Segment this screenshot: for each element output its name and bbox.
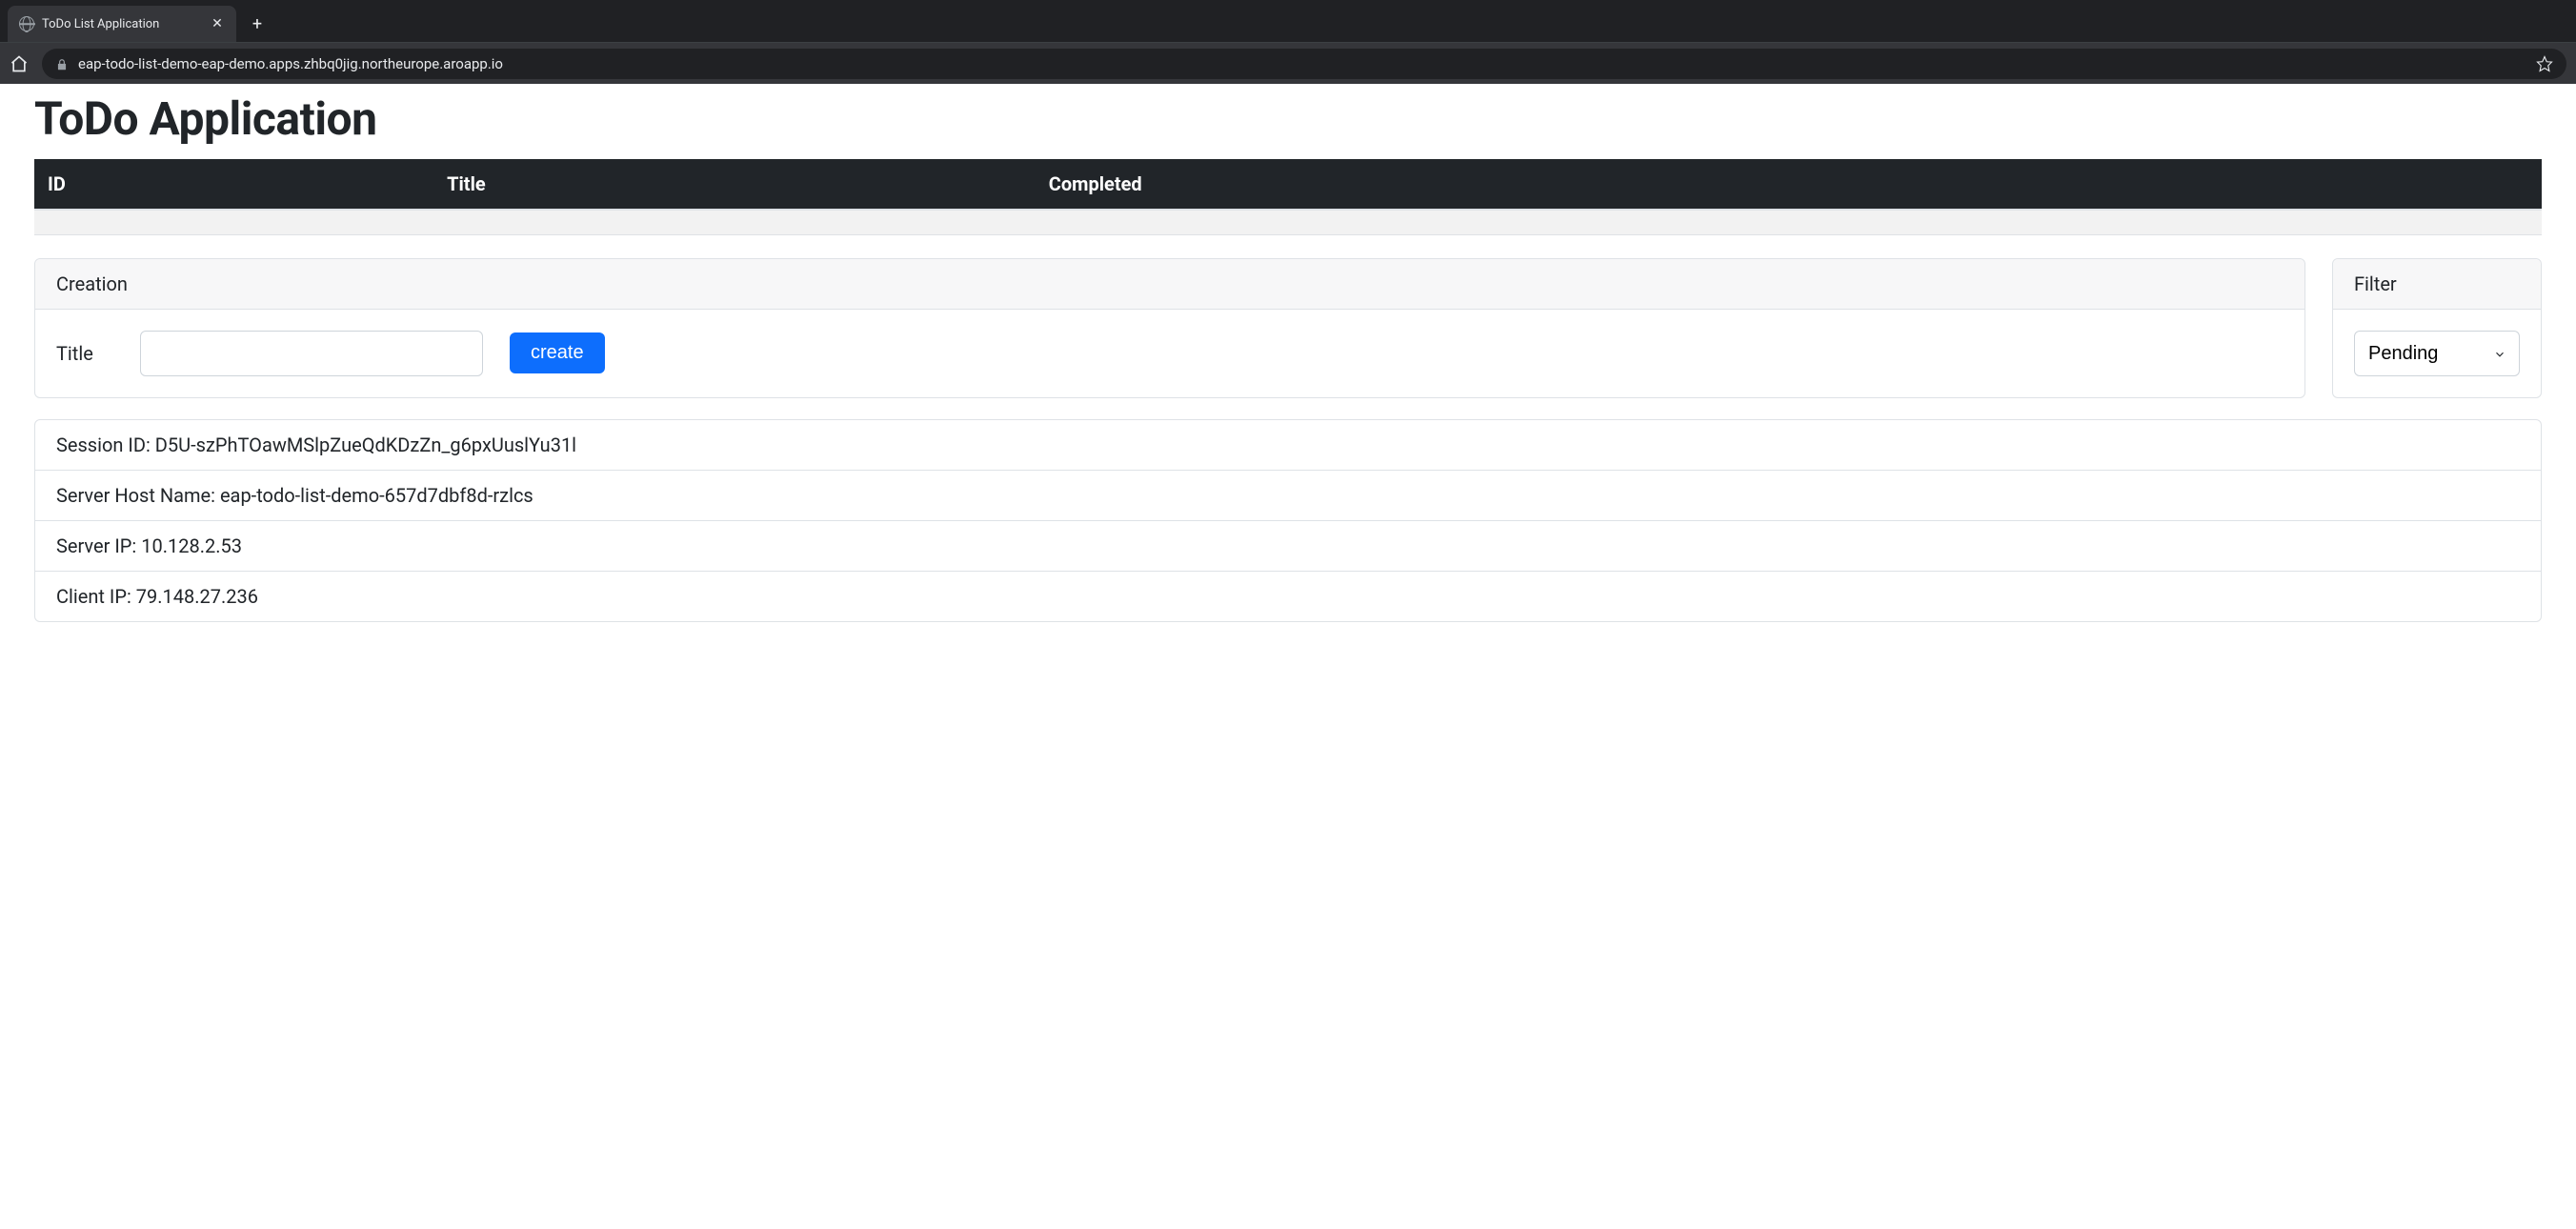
session-id-value: D5U-szPhTOawMSlpZueQdKDzZn_g6pxUuslYu31l (155, 433, 576, 456)
page-content: ToDo Application ID Title Completed Crea… (0, 91, 2576, 656)
server-host-row: Server Host Name: eap-todo-list-demo-657… (35, 471, 2541, 521)
bookmark-star-icon[interactable] (2536, 55, 2553, 72)
server-info-list: Session ID: D5U-szPhTOawMSlpZueQdKDzZn_g… (34, 419, 2542, 622)
client-ip-row: Client IP: 79.148.27.236 (35, 572, 2541, 621)
table-header-row: ID Title Completed (34, 159, 2542, 210)
creation-form: Title create (56, 331, 2284, 376)
server-host-value: eap-todo-list-demo-657d7dbf8d-rzlcs (220, 484, 533, 507)
close-tab-icon[interactable]: ✕ (210, 16, 225, 31)
creation-header: Creation (35, 259, 2304, 310)
session-id-row: Session ID: D5U-szPhTOawMSlpZueQdKDzZn_g… (35, 420, 2541, 471)
home-icon[interactable] (10, 54, 29, 73)
creation-card: Creation Title create (34, 258, 2305, 398)
server-ip-row: Server IP: 10.128.2.53 (35, 521, 2541, 572)
filter-header: Filter (2333, 259, 2541, 310)
table-empty-row (34, 210, 2542, 234)
client-ip-value: 79.148.27.236 (136, 585, 258, 608)
browser-chrome: ToDo List Application ✕ + eap-todo-list-… (0, 0, 2576, 84)
session-id-label: Session ID: (56, 433, 151, 456)
address-bar: eap-todo-list-demo-eap-demo.apps.zhbq0ji… (0, 42, 2576, 84)
server-host-label: Server Host Name: (56, 484, 215, 507)
tab-title: ToDo List Application (42, 17, 202, 31)
server-ip-label: Server IP: (56, 534, 136, 557)
col-completed: Completed (1037, 159, 2542, 210)
col-id: ID (34, 159, 435, 210)
filter-card: Filter Pending (2332, 258, 2542, 398)
title-input[interactable] (140, 331, 483, 376)
create-button[interactable]: create (510, 332, 605, 373)
filter-select[interactable]: Pending (2354, 331, 2520, 376)
client-ip-label: Client IP: (56, 585, 131, 608)
col-title: Title (435, 159, 1037, 210)
browser-tab[interactable]: ToDo List Application ✕ (8, 6, 236, 42)
lock-icon (55, 57, 69, 71)
globe-icon (19, 16, 34, 31)
url-field[interactable]: eap-todo-list-demo-eap-demo.apps.zhbq0ji… (42, 49, 2566, 79)
new-tab-button[interactable]: + (244, 10, 271, 37)
title-label: Title (56, 342, 113, 365)
todo-table: ID Title Completed (34, 159, 2542, 235)
tab-bar: ToDo List Application ✕ + (0, 0, 2576, 42)
url-text: eap-todo-list-demo-eap-demo.apps.zhbq0ji… (78, 55, 2526, 72)
server-ip-value: 10.128.2.53 (141, 534, 242, 557)
page-title: ToDo Application (34, 91, 2542, 146)
